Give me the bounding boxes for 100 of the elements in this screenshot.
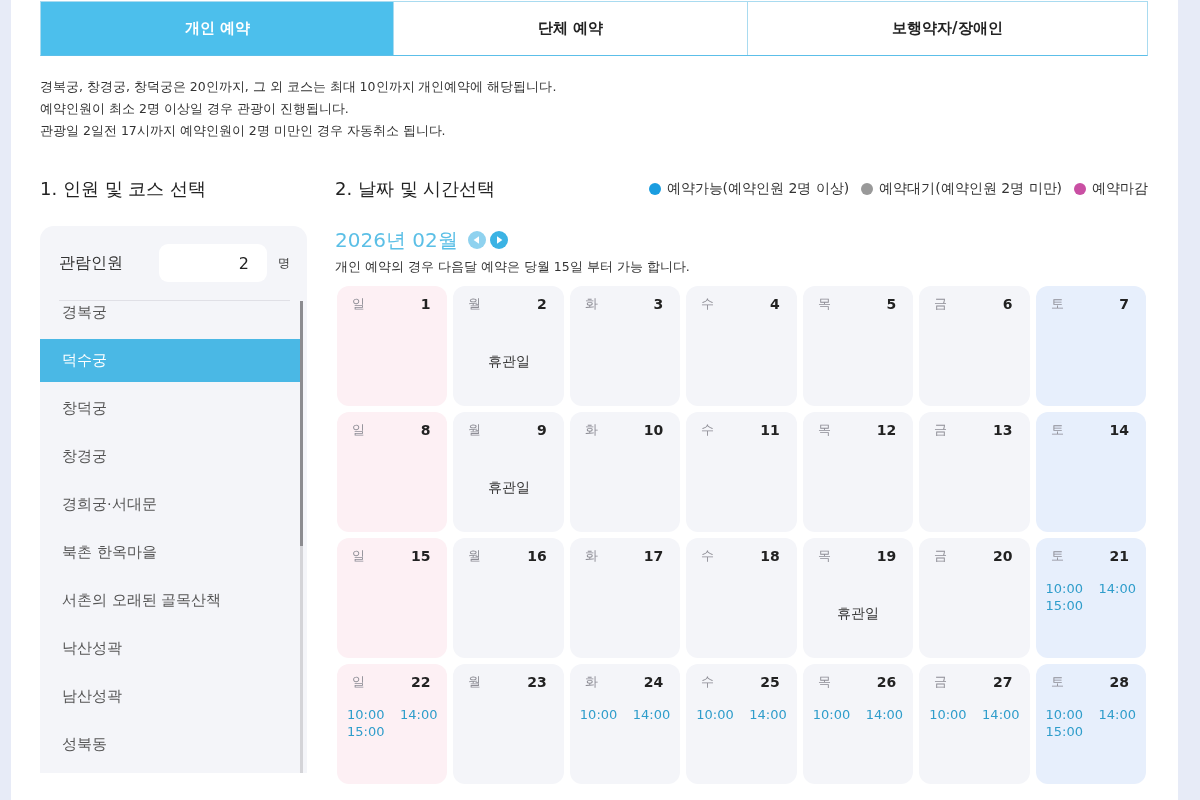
time-slot[interactable]: 14:00 [982,706,1020,723]
course-item[interactable]: 서촌의 오래된 골목산책 [40,579,300,622]
visitor-label: 관람인원 [59,252,124,274]
section-heading: 2. 날짜 및 시간선택 [335,177,496,201]
closed-day-label: 휴관일 [486,479,531,497]
date-number: 11 [760,421,780,439]
weekday-label: 월 [468,673,482,691]
time-slot[interactable]: 15:00 [1045,723,1084,740]
weekday-label: 토 [1050,421,1064,439]
date-number: 26 [876,673,897,691]
time-slot[interactable]: 10:00 [929,706,967,723]
weekday-label: 토 [1050,673,1064,691]
date-number: 17 [643,547,664,565]
weekday-label: 금 [934,673,948,691]
date-number: 25 [760,673,780,691]
course-item[interactable]: 경희궁·서대문 [40,483,300,526]
time-slot[interactable]: 10:00 [812,706,851,723]
calendar-note: 개인 예약의 경우 다음달 예약은 당월 15일 부터 가능 합니다. [335,258,691,276]
weekday-label: 수 [701,547,715,565]
course-item[interactable]: 북촌 한옥마을 [40,531,300,574]
date-number: 15 [410,547,431,565]
notice-text: 예약인원이 최소 2명 이상일 경우 관광이 진행됩니다. [40,100,350,118]
course-item[interactable]: 남산성곽 [40,675,300,718]
course-item[interactable]: 창덕궁 [40,387,300,430]
weekday-label: 금 [934,547,948,565]
weekday-label: 목 [817,421,831,439]
weekday-label: 목 [817,295,831,313]
date-number: 19 [876,547,897,565]
date-number: 9 [537,421,547,439]
scrollbar[interactable] [300,301,303,773]
time-slot[interactable]: 14:00 [749,706,787,723]
notice-text: 관광일 2일전 17시까지 예약인원이 2명 미만인 경우 자동취소 됩니다. [40,122,447,140]
weekday-label: 토 [1050,547,1064,565]
weekday-label: 수 [701,421,715,439]
course-item[interactable]: 성북동 [40,723,300,766]
weekday-label: 화 [584,421,598,439]
tab[interactable]: 개인 예약 [41,2,394,55]
time-slot[interactable]: 15:00 [347,723,385,740]
date-number: 5 [886,295,897,313]
weekday-label: 화 [584,673,598,691]
scrollbar-thumb[interactable] [300,301,303,547]
weekday-label: 수 [701,295,715,313]
course-item[interactable]: 창경궁 [40,435,300,478]
time-slot[interactable]: 10:00 [1045,706,1084,723]
date-number: 13 [993,421,1013,439]
section-heading: 1. 인원 및 코스 선택 [40,177,208,201]
time-slot[interactable]: 14:00 [632,706,671,723]
weekday-label: 월 [468,547,482,565]
date-number: 20 [993,547,1013,565]
time-slot[interactable]: 14:00 [399,706,438,723]
weekday-label: 일 [352,421,365,439]
next-month-button[interactable] [489,231,508,249]
weekday-label: 화 [584,547,598,565]
date-number: 12 [876,421,897,439]
weekday-label: 금 [934,421,948,439]
date-number: 4 [769,295,780,313]
date-number: 3 [653,295,664,313]
legend-label: 예약마감 [1092,180,1148,198]
date-number: 6 [1002,295,1013,313]
unit-label: 명 [278,254,290,272]
time-slot[interactable]: 10:00 [347,706,385,723]
date-number: 16 [527,547,547,565]
notice-text: 경복궁, 창경궁, 창덕궁은 20인까지, 그 외 코스는 최대 10인까지 개인예약에 해당됩니다. [40,78,558,96]
time-slot[interactable]: 14:00 [865,706,904,723]
date-number: 10 [643,421,664,439]
weekday-label: 수 [701,673,715,691]
date-number: 18 [760,547,780,565]
time-slot[interactable]: 10:00 [579,706,618,723]
arrow-left-icon [467,231,486,249]
time-slot[interactable]: 10:00 [696,706,734,723]
weekday-label: 화 [584,295,598,313]
legend-label: 예약가능(예약인원 2명 이상) [666,180,850,198]
date-number: 24 [643,673,664,691]
date-number: 2 [537,295,547,313]
weekday-label: 목 [817,673,831,691]
date-number: 1 [420,295,431,313]
closed-day-label: 휴관일 [835,605,880,623]
month-title: 2026년 02월 [335,226,458,254]
date-number: 14 [1109,421,1129,439]
arrow-right-icon [489,231,508,249]
time-slot[interactable]: 10:00 [1045,580,1084,597]
time-slot[interactable]: 14:00 [1098,580,1136,597]
weekday-label: 일 [352,547,365,565]
time-slot[interactable]: 15:00 [1045,597,1084,614]
date-number: 21 [1109,547,1129,565]
date-number: 23 [527,673,547,691]
date-number: 22 [410,673,431,691]
weekday-label: 월 [468,421,482,439]
weekday-label: 금 [934,295,948,313]
visitor-count-field[interactable]: 2 [159,244,267,282]
course-item[interactable]: 경복궁 [40,301,300,334]
date-number: 8 [420,421,431,439]
date-number: 28 [1109,673,1129,691]
time-slot[interactable]: 14:00 [1098,706,1136,723]
course-item[interactable]: 낙산성곽 [40,627,300,670]
weekday-label: 월 [468,295,482,313]
date-number: 7 [1119,295,1129,313]
course-item[interactable]: 덕수궁 [40,339,300,382]
legend-label: 예약대기(예약인원 2명 미만) [879,180,1062,198]
weekday-label: 토 [1050,295,1064,313]
